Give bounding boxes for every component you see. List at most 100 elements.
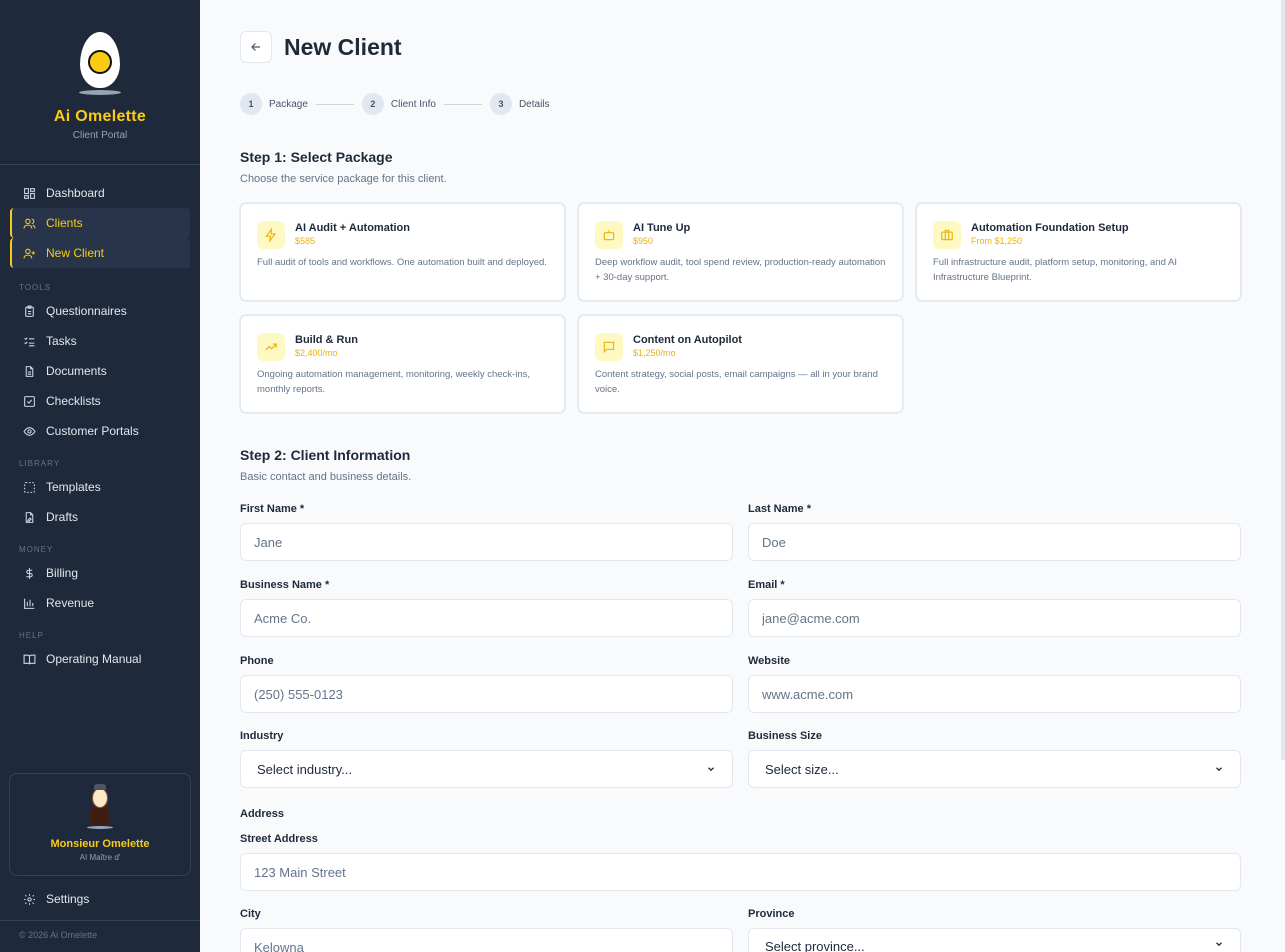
package-card-ai-tune-up[interactable]: AI Tune Up $950 Deep workflow audit, too… <box>578 203 903 301</box>
province-select-value: Select province... <box>765 939 865 952</box>
mascot-avatar <box>85 784 115 830</box>
grid-icon <box>22 186 36 200</box>
sidebar-item-new-client[interactable]: New Client <box>10 238 190 268</box>
users-icon <box>22 216 36 230</box>
industry-label: Industry <box>240 730 284 742</box>
sidebar-item-operating-manual[interactable]: Operating Manual <box>10 644 190 674</box>
package-card-ai-audit[interactable]: AI Audit + Automation $585 Full audit of… <box>240 203 565 301</box>
sidebar-item-templates[interactable]: Templates <box>10 472 190 502</box>
city-label: City <box>240 908 261 920</box>
sidebar-item-questionnaires[interactable]: Questionnaires <box>10 296 190 326</box>
street-address-input[interactable] <box>240 853 1241 891</box>
brand-subtitle: Client Portal <box>72 130 128 141</box>
stepper: 1 Package 2 Client Info 3 Details <box>240 93 550 115</box>
industry-select-value: Select industry... <box>257 761 353 777</box>
bot-icon <box>595 221 623 249</box>
address-heading: Address <box>240 808 285 820</box>
last-name-label: Last Name * <box>748 503 811 515</box>
clipboard-icon <box>22 304 36 318</box>
sidebar-item-label: Checklists <box>46 394 101 408</box>
profile-role: AI Maître d' <box>79 853 121 862</box>
first-name-input[interactable] <box>240 523 733 561</box>
sidebar-item-documents[interactable]: Documents <box>10 356 190 386</box>
email-field[interactable] <box>748 599 1241 637</box>
message-icon <box>595 333 623 361</box>
package-name: Automation Foundation Setup <box>971 222 1129 234</box>
check-square-icon <box>22 394 36 408</box>
brand-name: Ai Omelette <box>53 108 147 125</box>
page-scrollbar[interactable] <box>1281 0 1285 760</box>
package-description: Full infrastructure audit, platform setu… <box>933 257 1177 283</box>
package-price: $1,250/mo <box>633 348 676 358</box>
step-number: 1 <box>240 93 262 115</box>
sidebar-item-drafts[interactable]: Drafts <box>10 502 190 532</box>
province-label: Province <box>748 908 795 920</box>
package-name: Build & Run <box>295 334 358 346</box>
sidebar-item-billing[interactable]: Billing <box>10 558 190 588</box>
sidebar-item-clients[interactable]: Clients <box>10 208 190 238</box>
industry-select[interactable]: Select industry... <box>240 750 733 788</box>
step-connector <box>443 103 482 105</box>
website-label: Website <box>748 655 790 667</box>
trending-up-icon <box>257 333 285 361</box>
sidebar-item-tasks[interactable]: Tasks <box>10 326 190 356</box>
copyright: © 2026 Ai Omelette <box>19 930 98 940</box>
user-plus-icon <box>22 246 36 260</box>
sidebar-item-label: Drafts <box>46 510 79 524</box>
package-card-content-autopilot[interactable]: Content on Autopilot $1,250/mo Content s… <box>578 315 903 413</box>
province-select[interactable]: Select province... <box>748 928 1241 952</box>
eye-icon <box>22 424 36 438</box>
package-price: $585 <box>295 236 316 246</box>
template-icon <box>22 480 36 494</box>
profile-card[interactable]: Monsieur Omelette AI Maître d' <box>9 773 191 876</box>
nav-section-library: LIBRARY <box>19 459 61 468</box>
sidebar-item-checklists[interactable]: Checklists <box>10 386 190 416</box>
package-price: From $1,250 <box>971 236 1023 246</box>
step-client-info[interactable]: 2 Client Info <box>361 93 436 115</box>
lightning-icon <box>257 221 285 249</box>
sidebar-item-label: Customer Portals <box>46 424 139 438</box>
brand: Ai Omelette Client Portal <box>0 0 200 165</box>
page-title: New Client <box>284 33 402 60</box>
sidebar-item-label: Revenue <box>46 596 95 610</box>
sidebar-item-customer-portals[interactable]: Customer Portals <box>10 416 190 446</box>
phone-label: Phone <box>240 655 274 667</box>
file-icon <box>22 364 36 378</box>
sidebar-nav: Dashboard Clients New Client TOOLS Quest… <box>0 165 200 674</box>
step-package[interactable]: 1 Package <box>240 93 308 115</box>
arrow-left-icon <box>251 43 261 51</box>
website-input[interactable] <box>748 675 1241 713</box>
sidebar-item-label: Settings <box>46 892 90 906</box>
egg-logo-icon <box>79 32 121 95</box>
package-description: Ongoing automation management, monitorin… <box>257 369 531 395</box>
nav-section-tools: TOOLS <box>19 283 51 292</box>
business-size-select[interactable]: Select size... <box>748 750 1241 788</box>
list-checks-icon <box>22 334 36 348</box>
sidebar-item-settings[interactable]: Settings <box>10 884 190 914</box>
bar-chart-icon <box>22 596 36 610</box>
sidebar-item-label: Documents <box>46 364 107 378</box>
first-name-label: First Name * <box>240 503 305 515</box>
step-label: Details <box>518 98 550 110</box>
sidebar-item-label: Templates <box>46 480 101 494</box>
last-name-input[interactable] <box>748 523 1241 561</box>
step-label: Package <box>269 98 308 110</box>
business-name-input[interactable] <box>240 599 733 637</box>
gear-icon <box>22 892 36 906</box>
step-connector <box>315 103 354 105</box>
phone-input[interactable] <box>240 675 733 713</box>
step-number: 3 <box>489 93 512 115</box>
package-price: $950 <box>633 236 654 246</box>
city-input[interactable] <box>240 928 733 952</box>
page-header: New Client <box>240 31 402 63</box>
package-card-automation-foundation[interactable]: Automation Foundation Setup From $1,250 … <box>916 203 1241 301</box>
step-details[interactable]: 3 Details <box>489 93 550 115</box>
sidebar-item-dashboard[interactable]: Dashboard <box>10 178 190 208</box>
step2-title: Step 2: Client Information <box>240 447 411 463</box>
sidebar-item-revenue[interactable]: Revenue <box>10 588 190 618</box>
business-size-select-value: Select size... <box>765 761 839 777</box>
chevron-down-icon <box>1216 767 1222 772</box>
back-button[interactable] <box>240 31 272 63</box>
package-card-build-run[interactable]: Build & Run $2,400/mo Ongoing automation… <box>240 315 565 413</box>
sidebar-item-label: Clients <box>46 216 83 230</box>
